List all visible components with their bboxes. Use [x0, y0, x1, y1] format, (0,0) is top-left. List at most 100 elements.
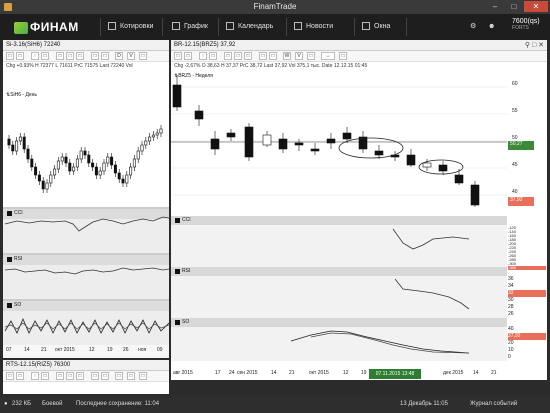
- chart-tool-button[interactable]: □: [139, 372, 147, 380]
- candle-body: [7, 138, 11, 146]
- chart-tool-button[interactable]: □: [66, 372, 74, 380]
- candle-body: [278, 138, 288, 150]
- toolbar-quotes-button[interactable]: Котировки: [108, 14, 153, 40]
- candle-body: [438, 164, 448, 172]
- candle-body: [121, 178, 125, 184]
- chart-tool-button[interactable]: □: [224, 52, 232, 60]
- chart-tool-button[interactable]: □: [91, 372, 99, 380]
- timeframe-w-button[interactable]: W: [283, 52, 291, 60]
- right-price-axis: 60 55 50 45 40 50,27 37,92: [508, 80, 546, 230]
- minimize-button[interactable]: –: [486, 1, 504, 12]
- candle-body: [144, 140, 148, 146]
- candle-body: [41, 180, 45, 190]
- candle-body: [15, 140, 19, 152]
- chart-tool-button[interactable]: □: [91, 52, 99, 60]
- candle-body: [30, 158, 34, 168]
- window-menu-icon[interactable]: □: [532, 42, 536, 49]
- right-cci-axis: -120 -140 -160 -180 -200 -220 -240 -260 …: [508, 226, 546, 271]
- candle-body: [155, 132, 159, 136]
- toolbar-divider: [406, 18, 407, 36]
- chart-tool-button[interactable]: □: [76, 372, 84, 380]
- candle-body: [244, 126, 254, 158]
- account-selector[interactable]: 7600(qs) FORTS: [512, 18, 550, 31]
- news-icon: [294, 22, 302, 31]
- so-value-badge: 37,92: [508, 333, 546, 340]
- candle-body: [64, 156, 68, 164]
- timeframe-v-button[interactable]: V: [127, 52, 135, 60]
- pin-icon[interactable]: ⚲: [525, 42, 530, 49]
- chart-tool-button[interactable]: □: [139, 52, 147, 60]
- chart-tool-button[interactable]: □: [6, 52, 14, 60]
- toolbar-calendar-button[interactable]: Календарь: [226, 14, 273, 40]
- candle-body: [194, 110, 204, 120]
- candle-body: [110, 156, 114, 166]
- chart-tool-button[interactable]: □: [259, 52, 267, 60]
- chart-tool-button[interactable]: □: [115, 372, 123, 380]
- chart-tool-button[interactable]: □: [269, 52, 277, 60]
- toolbar-divider: [354, 18, 355, 36]
- rsi-value-badge: 32: [508, 290, 546, 297]
- toolbar-news-button[interactable]: Новости: [294, 14, 333, 40]
- user-icon[interactable]: ☻: [488, 14, 495, 40]
- crosshair-tool-button[interactable]: ↔: [321, 52, 335, 60]
- chart-tool-button[interactable]: □: [127, 372, 135, 380]
- candle-body: [454, 174, 464, 184]
- candle-body: [140, 144, 144, 152]
- chart-tool-button[interactable]: □: [56, 52, 64, 60]
- chart-tool-button[interactable]: □: [234, 52, 242, 60]
- chart-tool-button[interactable]: □: [66, 52, 74, 60]
- candle-body: [342, 132, 352, 140]
- candle-body: [172, 84, 182, 108]
- chart-tool-button[interactable]: □: [339, 52, 347, 60]
- timeframe-v-button[interactable]: V: [295, 52, 303, 60]
- calendar-icon: [226, 22, 234, 31]
- chart-tool-button[interactable]: □: [174, 52, 182, 60]
- right-rsi-label: RSI: [175, 268, 190, 274]
- chart-tool-button[interactable]: □: [76, 52, 84, 60]
- chart-tool-button[interactable]: □: [307, 52, 315, 60]
- close-window-icon[interactable]: ✕: [538, 42, 544, 49]
- left-rsi-label: RSI: [7, 256, 22, 262]
- chart-tool-button[interactable]: ↑: [31, 372, 39, 380]
- chart-tool-button[interactable]: ↑: [31, 52, 39, 60]
- chart-tool-button[interactable]: □: [56, 372, 64, 380]
- candle-body: [148, 136, 152, 142]
- chart-tool-button[interactable]: □: [244, 52, 252, 60]
- left-bottom-chart-header: RTS-12.15(RIZ5) 76300: [3, 360, 169, 371]
- maximize-button[interactable]: □: [505, 1, 523, 12]
- toolbar-chart-button[interactable]: График: [172, 14, 208, 40]
- chart-icon: [172, 22, 180, 31]
- chart-tool-button[interactable]: □: [41, 372, 49, 380]
- candle-body: [136, 150, 140, 160]
- candle-body: [210, 138, 220, 150]
- chart-tool-button[interactable]: □: [101, 52, 109, 60]
- candle-body: [102, 162, 106, 172]
- chart-tool-button[interactable]: ↑: [199, 52, 207, 60]
- candle-body: [374, 150, 384, 156]
- chart-tool-button[interactable]: □: [184, 52, 192, 60]
- main-toolbar: ФИНАМ Котировки График Календарь Новости…: [0, 14, 550, 40]
- chart-tool-button[interactable]: □: [16, 372, 24, 380]
- candle-body: [326, 138, 336, 144]
- left-so-label: SO: [7, 302, 21, 308]
- candle-body: [113, 164, 117, 174]
- right-x-axis: авг 2015 17 24 сен 2015 14 21 окт 2015 1…: [173, 370, 497, 376]
- right-so-label: SO: [175, 319, 189, 325]
- chart-tool-button[interactable]: □: [16, 52, 24, 60]
- candle-body: [125, 174, 129, 184]
- candle-body: [294, 142, 304, 146]
- candle-body: [72, 166, 76, 172]
- chart-tool-button[interactable]: □: [101, 372, 109, 380]
- timeframe-d-button[interactable]: D: [115, 52, 123, 60]
- chart-tool-button[interactable]: □: [41, 52, 49, 60]
- chart-tool-button[interactable]: □: [6, 372, 14, 380]
- candle-body: [94, 166, 98, 176]
- toolbar-windows-button[interactable]: Окна: [362, 14, 390, 40]
- event-journal-link[interactable]: Журнал событий: [470, 396, 517, 413]
- window-title: FinamTrade: [253, 2, 297, 11]
- close-button[interactable]: ✕: [524, 1, 548, 12]
- notification-bell-icon[interactable]: ⚙: [470, 14, 476, 40]
- candle-body: [91, 162, 95, 168]
- chart-tool-button[interactable]: □: [209, 52, 217, 60]
- right-cci-label: CCI: [175, 217, 191, 223]
